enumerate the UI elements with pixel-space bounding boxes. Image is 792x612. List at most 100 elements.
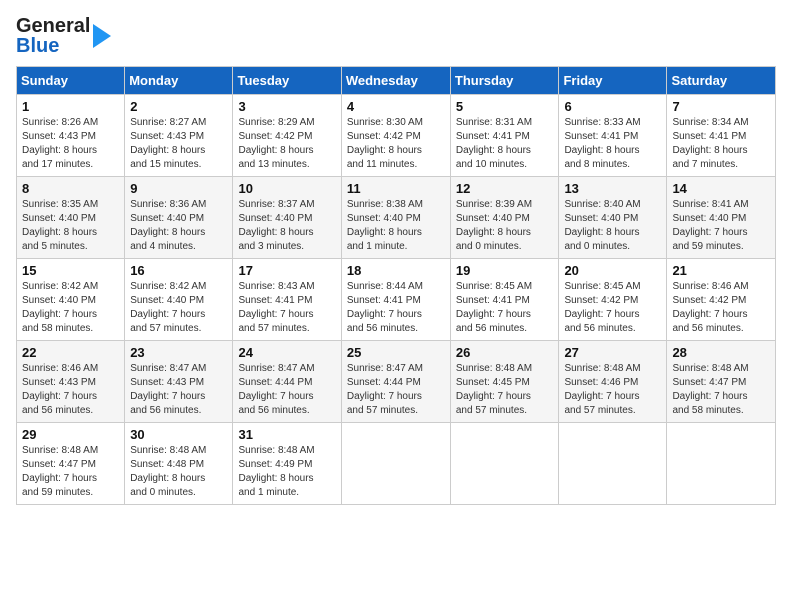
calendar-week-row: 8 Sunrise: 8:35 AM Sunset: 4:40 PM Daylig… bbox=[17, 177, 776, 259]
day-number: 15 bbox=[22, 263, 119, 278]
day-info: Sunrise: 8:45 AM Sunset: 4:41 PM Dayligh… bbox=[456, 280, 554, 336]
day-info: Sunrise: 8:44 AM Sunset: 4:41 PM Dayligh… bbox=[347, 280, 445, 336]
calendar-cell: 24 Sunrise: 8:47 AM Sunset: 4:44 PM Dayli… bbox=[233, 341, 341, 423]
weekday-header-friday: Friday bbox=[559, 67, 667, 95]
calendar-cell: 16Sunrise: 8:42 AM Sunset: 4:40 PM Dayli… bbox=[125, 259, 233, 341]
calendar-cell: 30Sunrise: 8:48 AM Sunset: 4:48 PM Dayli… bbox=[125, 423, 233, 505]
calendar-cell bbox=[341, 423, 450, 505]
calendar-cell bbox=[559, 423, 667, 505]
calendar-cell: 19Sunrise: 8:45 AM Sunset: 4:41 PM Dayli… bbox=[450, 259, 559, 341]
day-number: 28 bbox=[672, 345, 770, 360]
day-number: 4 bbox=[347, 99, 445, 114]
calendar-cell: 25 Sunrise: 8:47 AM Sunset: 4:44 PM Dayli… bbox=[341, 341, 450, 423]
calendar-cell: 21Sunrise: 8:46 AM Sunset: 4:42 PM Dayli… bbox=[667, 259, 776, 341]
day-number: 6 bbox=[564, 99, 661, 114]
calendar-cell: 29 Sunrise: 8:48 AM Sunset: 4:47 PM Dayli… bbox=[17, 423, 125, 505]
day-info: Sunrise: 8:26 AM Sunset: 4:43 PM Dayligh… bbox=[22, 116, 119, 172]
calendar-body: 1 Sunrise: 8:26 AM Sunset: 4:43 PM Daylig… bbox=[17, 95, 776, 505]
day-number: 31 bbox=[238, 427, 335, 442]
calendar-week-row: 22Sunrise: 8:46 AM Sunset: 4:43 PM Dayli… bbox=[17, 341, 776, 423]
day-info: Sunrise: 8:39 AM Sunset: 4:40 PM Dayligh… bbox=[456, 198, 554, 254]
calendar-cell: 26 Sunrise: 8:48 AM Sunset: 4:45 PM Dayli… bbox=[450, 341, 559, 423]
logo-area: General Blue bbox=[16, 16, 111, 56]
day-info: Sunrise: 8:46 AM Sunset: 4:43 PM Dayligh… bbox=[22, 362, 119, 418]
calendar-cell: 18Sunrise: 8:44 AM Sunset: 4:41 PM Dayli… bbox=[341, 259, 450, 341]
calendar-cell: 15 Sunrise: 8:42 AM Sunset: 4:40 PM Dayli… bbox=[17, 259, 125, 341]
calendar-cell: 17 Sunrise: 8:43 AM Sunset: 4:41 PM Dayli… bbox=[233, 259, 341, 341]
calendar-cell: 3 Sunrise: 8:29 AM Sunset: 4:42 PM Daylig… bbox=[233, 95, 341, 177]
day-info: Sunrise: 8:34 AM Sunset: 4:41 PM Dayligh… bbox=[672, 116, 770, 172]
day-number: 23 bbox=[130, 345, 227, 360]
calendar-cell: 8 Sunrise: 8:35 AM Sunset: 4:40 PM Daylig… bbox=[17, 177, 125, 259]
day-number: 9 bbox=[130, 181, 227, 196]
day-number: 24 bbox=[238, 345, 335, 360]
day-number: 30 bbox=[130, 427, 227, 442]
day-info: Sunrise: 8:47 AM Sunset: 4:43 PM Dayligh… bbox=[130, 362, 227, 418]
day-number: 5 bbox=[456, 99, 554, 114]
day-number: 8 bbox=[22, 181, 119, 196]
calendar-cell: 20 Sunrise: 8:45 AM Sunset: 4:42 PM Dayli… bbox=[559, 259, 667, 341]
calendar-cell bbox=[450, 423, 559, 505]
page-header: General Blue bbox=[16, 16, 776, 56]
calendar-cell: 9Sunrise: 8:36 AM Sunset: 4:40 PM Daylig… bbox=[125, 177, 233, 259]
day-info: Sunrise: 8:42 AM Sunset: 4:40 PM Dayligh… bbox=[22, 280, 119, 336]
day-number: 16 bbox=[130, 263, 227, 278]
weekday-header-row: SundayMondayTuesdayWednesdayThursdayFrid… bbox=[17, 67, 776, 95]
weekday-header-saturday: Saturday bbox=[667, 67, 776, 95]
day-number: 7 bbox=[672, 99, 770, 114]
day-info: Sunrise: 8:47 AM Sunset: 4:44 PM Dayligh… bbox=[238, 362, 335, 418]
calendar-cell: 2 Sunrise: 8:27 AM Sunset: 4:43 PM Daylig… bbox=[125, 95, 233, 177]
calendar-cell bbox=[667, 423, 776, 505]
calendar-cell: 12 Sunrise: 8:39 AM Sunset: 4:40 PM Dayli… bbox=[450, 177, 559, 259]
day-number: 14 bbox=[672, 181, 770, 196]
calendar-week-row: 29 Sunrise: 8:48 AM Sunset: 4:47 PM Dayli… bbox=[17, 423, 776, 505]
calendar-cell: 7 Sunrise: 8:34 AM Sunset: 4:41 PM Daylig… bbox=[667, 95, 776, 177]
day-info: Sunrise: 8:48 AM Sunset: 4:46 PM Dayligh… bbox=[564, 362, 661, 418]
calendar-cell: 10Sunrise: 8:37 AM Sunset: 4:40 PM Dayli… bbox=[233, 177, 341, 259]
weekday-header-sunday: Sunday bbox=[17, 67, 125, 95]
calendar-cell: 31 Sunrise: 8:48 AM Sunset: 4:49 PM Dayli… bbox=[233, 423, 341, 505]
day-number: 21 bbox=[672, 263, 770, 278]
day-number: 2 bbox=[130, 99, 227, 114]
calendar-week-row: 1 Sunrise: 8:26 AM Sunset: 4:43 PM Daylig… bbox=[17, 95, 776, 177]
day-number: 26 bbox=[456, 345, 554, 360]
calendar-cell: 23 Sunrise: 8:47 AM Sunset: 4:43 PM Dayli… bbox=[125, 341, 233, 423]
logo-blue-text: Blue bbox=[16, 36, 90, 56]
weekday-header-wednesday: Wednesday bbox=[341, 67, 450, 95]
day-number: 29 bbox=[22, 427, 119, 442]
day-info: Sunrise: 8:33 AM Sunset: 4:41 PM Dayligh… bbox=[564, 116, 661, 172]
calendar-cell: 14Sunrise: 8:41 AM Sunset: 4:40 PM Dayli… bbox=[667, 177, 776, 259]
day-number: 20 bbox=[564, 263, 661, 278]
day-number: 25 bbox=[347, 345, 445, 360]
calendar-cell: 4Sunrise: 8:30 AM Sunset: 4:42 PM Daylig… bbox=[341, 95, 450, 177]
day-number: 3 bbox=[238, 99, 335, 114]
day-info: Sunrise: 8:45 AM Sunset: 4:42 PM Dayligh… bbox=[564, 280, 661, 336]
weekday-header-tuesday: Tuesday bbox=[233, 67, 341, 95]
day-info: Sunrise: 8:48 AM Sunset: 4:47 PM Dayligh… bbox=[672, 362, 770, 418]
day-number: 1 bbox=[22, 99, 119, 114]
calendar-cell: 13Sunrise: 8:40 AM Sunset: 4:40 PM Dayli… bbox=[559, 177, 667, 259]
calendar-cell: 1 Sunrise: 8:26 AM Sunset: 4:43 PM Daylig… bbox=[17, 95, 125, 177]
calendar-cell: 5 Sunrise: 8:31 AM Sunset: 4:41 PM Daylig… bbox=[450, 95, 559, 177]
calendar-cell: 11Sunrise: 8:38 AM Sunset: 4:40 PM Dayli… bbox=[341, 177, 450, 259]
day-number: 11 bbox=[347, 181, 445, 196]
calendar-table: SundayMondayTuesdayWednesdayThursdayFrid… bbox=[16, 66, 776, 505]
day-info: Sunrise: 8:27 AM Sunset: 4:43 PM Dayligh… bbox=[130, 116, 227, 172]
logo-general-text: General bbox=[16, 16, 90, 36]
day-number: 17 bbox=[238, 263, 335, 278]
day-info: Sunrise: 8:48 AM Sunset: 4:49 PM Dayligh… bbox=[238, 444, 335, 500]
calendar-cell: 6 Sunrise: 8:33 AM Sunset: 4:41 PM Daylig… bbox=[559, 95, 667, 177]
day-info: Sunrise: 8:47 AM Sunset: 4:44 PM Dayligh… bbox=[347, 362, 445, 418]
day-number: 27 bbox=[564, 345, 661, 360]
day-info: Sunrise: 8:48 AM Sunset: 4:47 PM Dayligh… bbox=[22, 444, 119, 500]
calendar-cell: 22Sunrise: 8:46 AM Sunset: 4:43 PM Dayli… bbox=[17, 341, 125, 423]
day-info: Sunrise: 8:48 AM Sunset: 4:45 PM Dayligh… bbox=[456, 362, 554, 418]
day-number: 12 bbox=[456, 181, 554, 196]
calendar-cell: 27 Sunrise: 8:48 AM Sunset: 4:46 PM Dayli… bbox=[559, 341, 667, 423]
day-info: Sunrise: 8:35 AM Sunset: 4:40 PM Dayligh… bbox=[22, 198, 119, 254]
day-info: Sunrise: 8:40 AM Sunset: 4:40 PM Dayligh… bbox=[564, 198, 661, 254]
day-info: Sunrise: 8:29 AM Sunset: 4:42 PM Dayligh… bbox=[238, 116, 335, 172]
day-info: Sunrise: 8:37 AM Sunset: 4:40 PM Dayligh… bbox=[238, 198, 335, 254]
day-info: Sunrise: 8:43 AM Sunset: 4:41 PM Dayligh… bbox=[238, 280, 335, 336]
day-info: Sunrise: 8:31 AM Sunset: 4:41 PM Dayligh… bbox=[456, 116, 554, 172]
